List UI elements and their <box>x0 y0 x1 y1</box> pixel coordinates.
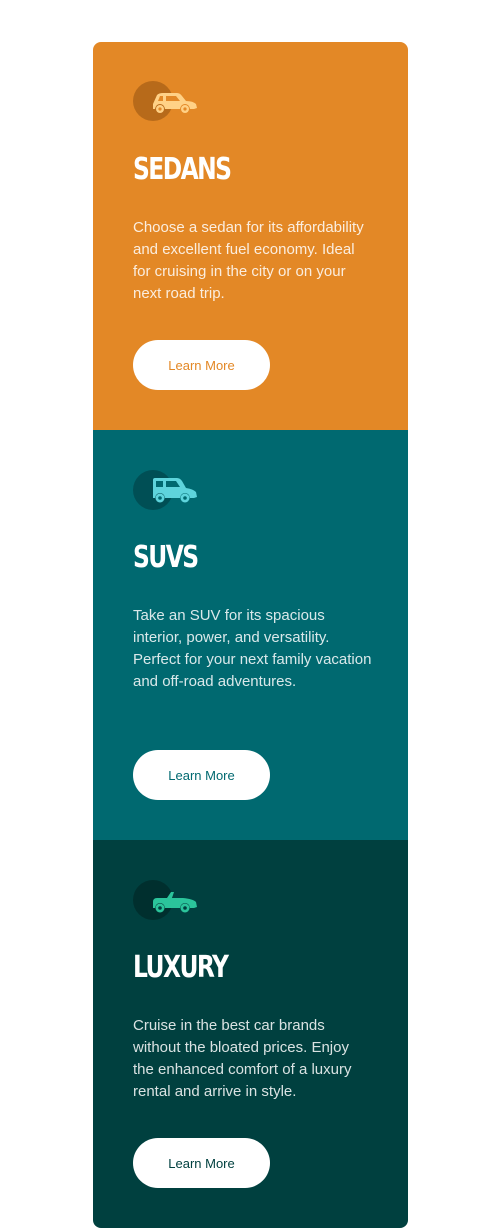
suv-car-icon <box>133 470 199 514</box>
card-luxury: LUXURY Cruise in the best car brands wit… <box>93 840 408 1228</box>
card-title: SEDANS <box>133 152 232 187</box>
card-description: Choose a sedan for its affordability and… <box>133 219 364 302</box>
sedan-car-icon <box>133 81 199 125</box>
card-title: SUVS <box>133 540 199 575</box>
learn-more-button-luxury[interactable]: Learn More <box>133 1138 270 1188</box>
card-suvs: SUVS Take an SUV for its spacious interi… <box>93 430 408 840</box>
card-title: LUXURY <box>133 950 229 985</box>
card-sedans: SEDANS Choose a sedan for its affordabil… <box>93 42 408 430</box>
card-description: Take an SUV for its spacious interior, p… <box>133 607 372 690</box>
learn-more-button-suvs[interactable]: Learn More <box>133 750 270 800</box>
card-description: Cruise in the best car brands without th… <box>133 1017 352 1100</box>
learn-more-button-sedans[interactable]: Learn More <box>133 340 270 390</box>
car-cards-container: SEDANS Choose a sedan for its affordabil… <box>93 42 408 1228</box>
luxury-car-icon <box>133 880 199 924</box>
